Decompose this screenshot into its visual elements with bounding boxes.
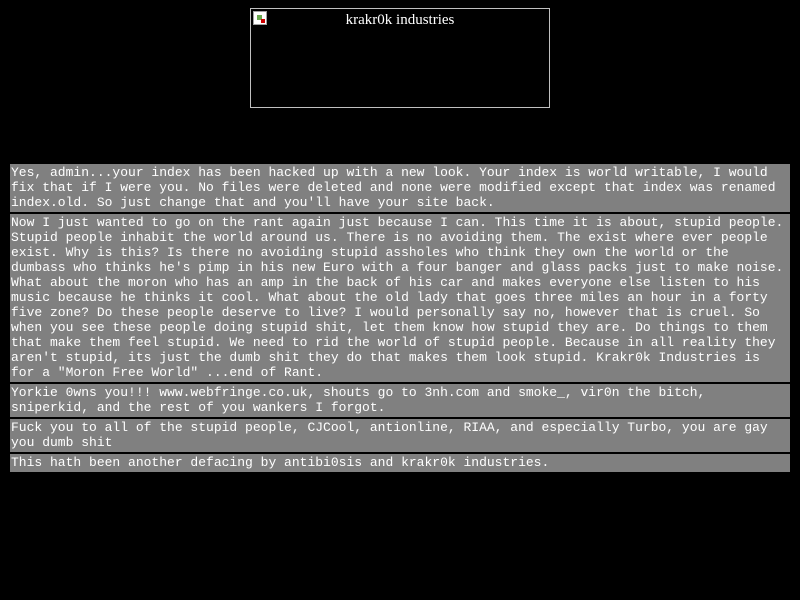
message-shouts: Yorkie 0wns you!!! www.webfringe.co.uk, … (10, 384, 790, 417)
message-intro: Yes, admin...your index has been hacked … (10, 164, 790, 212)
message-rant: Now I just wanted to go on the rant agai… (10, 214, 790, 382)
message-insults: Fuck you to all of the stupid people, CJ… (10, 419, 790, 452)
message-table: Yes, admin...your index has been hacked … (10, 164, 790, 474)
message-signature: This hath been another defacing by antib… (10, 454, 790, 472)
banner-alt-text: krakr0k industries (345, 12, 455, 28)
banner-image: krakr0k industries (250, 8, 550, 108)
